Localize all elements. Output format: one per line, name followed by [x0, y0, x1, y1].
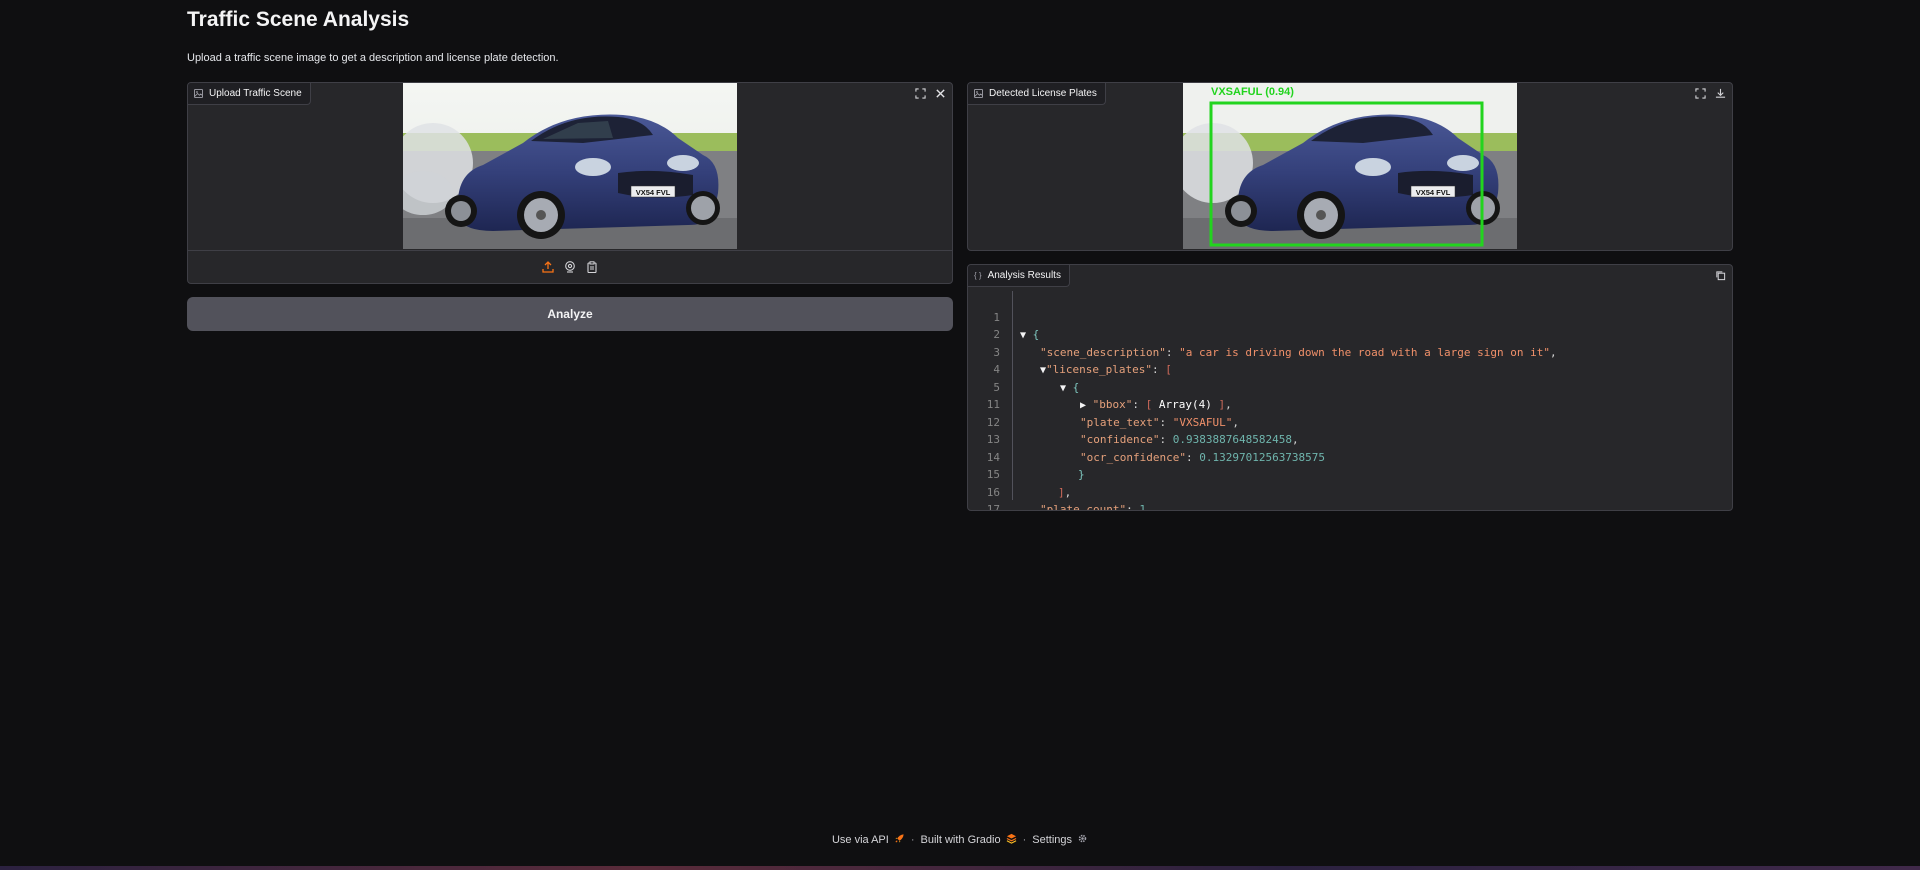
detected-panel-label: Detected License Plates	[968, 83, 1106, 105]
detected-image-area: VX54 FVL VXSAFUL (0.94)	[968, 83, 1732, 249]
fullscreen-icon[interactable]	[912, 85, 928, 101]
page-subtitle: Upload a traffic scene image to get a de…	[187, 52, 559, 64]
upload-image-panel[interactable]: Upload Traffic Scene VX54 FVL	[187, 82, 953, 284]
clipboard-icon[interactable]	[585, 260, 599, 274]
rocket-icon	[894, 833, 905, 847]
plate-text-detected: VX54 FVL	[1416, 188, 1451, 197]
json-line: 11 "plate_text": "VXSAFUL",	[986, 398, 1239, 429]
json-line: 12 "confidence": 0.9383887648582458,	[986, 415, 1299, 447]
json-icon: { }	[974, 271, 982, 280]
upload-panel-label: Upload Traffic Scene	[188, 83, 311, 105]
copy-icon[interactable]	[1712, 267, 1728, 283]
upload-image-area[interactable]: VX54 FVL	[188, 83, 952, 249]
results-panel-label: { } Analysis Results	[968, 265, 1070, 287]
json-line: 17 }	[986, 503, 1000, 511]
json-line: 14 }	[986, 450, 1085, 482]
analyze-button[interactable]: Analyze	[187, 297, 953, 331]
detection-label: VXSAFUL (0.94)	[1211, 86, 1294, 98]
plate-text-upload: VX54 FVL	[636, 188, 671, 197]
detected-panel-label-text: Detected License Plates	[989, 88, 1097, 99]
uploaded-car-image: VX54 FVL	[403, 83, 737, 249]
json-viewer: 1 ▼ { 2 "scene_description": "a car is d…	[968, 291, 1732, 510]
upload-panel-actions	[912, 85, 948, 101]
detected-plates-panel: Detected License Plates VX54 FVL VXSAFUL…	[967, 82, 1733, 251]
detected-car-image: VX54 FVL VXSAFUL (0.94)	[1183, 83, 1517, 249]
json-line: 16 "plate_count": 1	[968, 466, 1732, 511]
use-via-api-link[interactable]: Use via API	[832, 833, 905, 847]
results-panel-label-text: Analysis Results	[987, 270, 1061, 281]
built-with-gradio-link[interactable]: Built with Gradio	[921, 833, 1017, 847]
json-value: 1	[1139, 503, 1146, 511]
gear-icon	[1077, 833, 1088, 847]
footer-separator: ·	[910, 834, 915, 846]
bottom-accent-strip	[0, 866, 1920, 870]
json-line: 1 ▼ {	[993, 310, 1040, 342]
image-icon	[194, 89, 203, 98]
upload-source-bar	[188, 250, 952, 283]
download-icon[interactable]	[1712, 85, 1728, 101]
upload-panel-label-text: Upload Traffic Scene	[209, 88, 302, 99]
gradio-logo-icon	[1006, 833, 1017, 847]
detected-panel-actions	[1692, 85, 1728, 101]
image-icon	[974, 89, 983, 98]
page-title: Traffic Scene Analysis	[187, 8, 410, 31]
upload-icon[interactable]	[541, 260, 555, 274]
close-icon[interactable]	[932, 85, 948, 101]
fullscreen-icon[interactable]	[1692, 85, 1708, 101]
json-line: 2 "scene_description": "a car is driving…	[993, 328, 1557, 359]
footer-separator: ·	[1022, 834, 1027, 846]
json-line: 3 ▼"license_plates": [	[993, 345, 1172, 377]
results-panel-actions	[1712, 267, 1728, 283]
json-line: 5 ▶ "bbox": [ Array(4) ],	[993, 380, 1232, 412]
analysis-results-panel: { } Analysis Results 1 ▼ { 2 "scene_desc…	[967, 264, 1733, 511]
json-line: 15 ],	[986, 468, 1072, 499]
json-line: 13 "ocr_confidence": 0.13297012563738575	[986, 433, 1326, 464]
json-key: "plate_count"	[1040, 503, 1127, 511]
footer: Use via API · Built with Gradio · Settin…	[0, 833, 1920, 847]
settings-link[interactable]: Settings	[1032, 833, 1088, 847]
json-line: 4 ▼ {	[993, 363, 1080, 394]
webcam-icon[interactable]	[563, 260, 577, 274]
